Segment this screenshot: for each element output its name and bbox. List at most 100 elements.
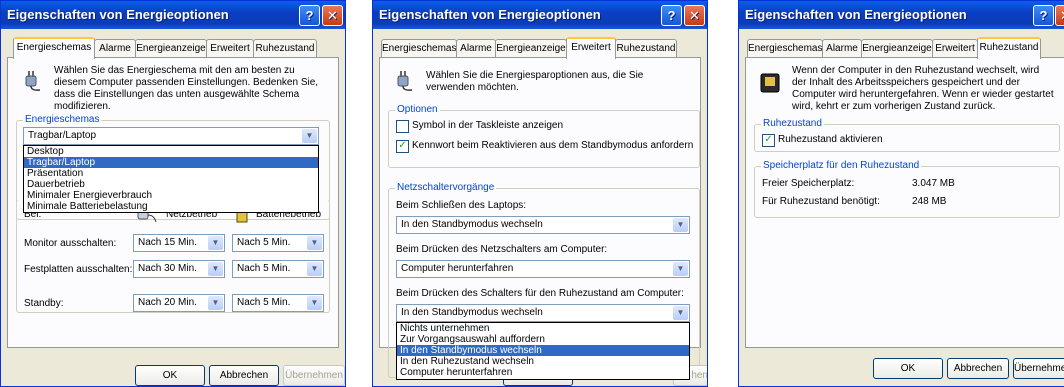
disk-dc-value: Nach 5 Min. — [237, 263, 291, 274]
chevron-down-icon[interactable]: ▼ — [307, 296, 322, 310]
title-bar[interactable]: Eigenschaften von Energieoptionen ? ✕ — [1, 1, 345, 29]
tab-panel: Wählen Sie die Energiesparoptionen aus, … — [379, 57, 701, 380]
help-button[interactable]: ? — [1033, 5, 1054, 26]
disk-dc-select[interactable]: Nach 5 Min. ▼ — [232, 260, 324, 278]
scheme-option[interactable]: Präsentation — [24, 168, 318, 179]
dropdown-option[interactable]: Computer herunterfahren — [397, 367, 689, 378]
scheme-option[interactable]: Minimale Batteriebelastung — [24, 201, 318, 212]
options-group-label: Optionen — [395, 104, 440, 115]
tab-alarme[interactable]: Alarme — [456, 39, 496, 57]
tab-erweitert[interactable]: Erweitert — [932, 39, 978, 57]
chevron-down-icon[interactable]: ▼ — [208, 296, 223, 310]
tab-ruhezustand[interactable]: Ruhezustand — [253, 39, 317, 57]
disk-space-group: Speicherplatz für den Ruhezustand — [754, 160, 1060, 218]
tab-energieanzeige[interactable]: Energieanzeige — [495, 39, 567, 57]
scheme-select[interactable]: Tragbar/Laptop ▼ — [23, 127, 319, 145]
hibernate-icon — [760, 73, 780, 93]
password-checkbox[interactable]: ✓ — [396, 140, 409, 153]
sleep-button-dropdown-list[interactable]: Nichts unternehmen Zur Vorgangsauswahl a… — [396, 322, 690, 380]
disk-ac-select[interactable]: Nach 30 Min. ▼ — [133, 260, 225, 278]
sleep-button-value: In den Standbymodus wechseln — [401, 307, 543, 318]
disk-ac-value: Nach 30 Min. — [138, 263, 197, 274]
dropdown-option[interactable]: Zur Vorgangsauswahl auffordern — [397, 334, 689, 345]
window-title: Eigenschaften von Energieoptionen — [379, 7, 601, 22]
disk-space-group-label: Speicherplatz für den Ruhezustand — [761, 160, 922, 171]
title-bar[interactable]: Eigenschaften von Energieoptionen ? ✕ — [373, 1, 707, 29]
scheme-option[interactable]: Desktop — [24, 146, 318, 157]
power-buttons-group-label: Netzschaltervorgänge — [395, 182, 497, 193]
tab-energieschemas[interactable]: Energieschemas — [381, 39, 457, 57]
lid-close-select[interactable]: In den Standbymodus wechseln ▼ — [396, 216, 690, 234]
tab-erweitert[interactable]: Erweitert — [206, 39, 254, 57]
taskbar-icon-checkbox[interactable] — [396, 120, 409, 133]
monitor-ac-select[interactable]: Nach 15 Min. ▼ — [133, 234, 225, 252]
standby-ac-select[interactable]: Nach 20 Min. ▼ — [133, 294, 225, 312]
free-space-label: Freier Speicherplatz: — [762, 178, 855, 189]
chevron-down-icon[interactable]: ▼ — [302, 129, 317, 143]
window-title: Eigenschaften von Energieoptionen — [745, 7, 967, 22]
tab-energieschemas[interactable]: Energieschemas — [747, 39, 823, 57]
apply-button[interactable]: Übernehmen — [1013, 358, 1064, 379]
close-button[interactable]: ✕ — [1055, 5, 1064, 26]
power-plug-icon — [25, 71, 41, 91]
tab-panel: Wählen Sie das Energieschema mit den am … — [7, 57, 339, 348]
hibernate-checkbox[interactable]: ✓ — [762, 134, 775, 147]
chevron-down-icon[interactable]: ▼ — [307, 236, 322, 250]
festplatten-label: Festplatten ausschalten: — [24, 264, 133, 275]
standby-label: Standby: — [24, 298, 64, 309]
tab-ruhezustand[interactable]: Ruhezustand — [977, 37, 1041, 59]
chevron-down-icon[interactable]: ▼ — [307, 262, 322, 276]
cancel-button[interactable]: Abbrechen — [947, 358, 1009, 379]
close-button[interactable]: ✕ — [684, 5, 705, 26]
cancel-button[interactable]: Abbrechen — [209, 365, 279, 386]
lid-close-value: In den Standbymodus wechseln — [401, 219, 543, 230]
chevron-down-icon[interactable]: ▼ — [208, 236, 223, 250]
close-button[interactable]: ✕ — [322, 5, 343, 26]
required-space-label: Für Ruhezustand benötigt: — [762, 196, 880, 207]
standby-dc-value: Nach 5 Min. — [237, 297, 291, 308]
tab-energieschemas[interactable]: Energieschemas — [13, 37, 95, 59]
scheme-option[interactable]: Dauerbetrieb — [24, 179, 318, 190]
power-button-value: Computer herunterfahren — [401, 263, 514, 274]
chevron-down-icon[interactable]: ▼ — [673, 218, 688, 232]
chevron-down-icon[interactable]: ▼ — [673, 262, 688, 276]
monitor-dc-value: Nach 5 Min. — [237, 237, 291, 248]
scheme-select-value: Tragbar/Laptop — [28, 130, 97, 141]
ok-button[interactable]: OK — [873, 358, 943, 379]
chevron-down-icon[interactable]: ▼ — [208, 262, 223, 276]
lid-close-label: Beim Schließen des Laptops: — [396, 200, 527, 211]
tab-erweitert[interactable]: Erweitert — [566, 37, 616, 59]
chevron-down-icon[interactable]: ▼ — [673, 306, 688, 320]
hibernate-group-label: Ruhezustand — [761, 118, 824, 129]
standby-ac-value: Nach 20 Min. — [138, 297, 197, 308]
scheme-option[interactable]: Minimaler Energieverbrauch — [24, 190, 318, 201]
tab-alarme[interactable]: Alarme — [94, 39, 136, 57]
scheme-dropdown-list[interactable]: Desktop Tragbar/Laptop Präsentation Daue… — [23, 145, 319, 213]
tab-strip: Energieschemas Alarme Energieanzeige Erw… — [7, 37, 339, 59]
standby-dc-select[interactable]: Nach 5 Min. ▼ — [232, 294, 324, 312]
tab-ruhezustand[interactable]: Ruhezustand — [615, 39, 677, 57]
power-button-select[interactable]: Computer herunterfahren ▼ — [396, 260, 690, 278]
tab-strip: Energieschemas Alarme Energieanzeige Erw… — [745, 37, 1058, 59]
dropdown-option[interactable]: In den Ruhezustand wechseln — [397, 356, 689, 367]
required-space-value: 248 MB — [912, 196, 947, 207]
schemes-group-label: Energieschemas — [23, 114, 102, 125]
tab-strip: Energieschemas Alarme Energieanzeige Erw… — [379, 37, 701, 59]
ok-button[interactable]: OK — [135, 365, 205, 386]
apply-button[interactable]: Übernehmen — [283, 365, 345, 386]
intro-text: Wählen Sie das Energieschema mit den am … — [54, 65, 319, 112]
scheme-option-selected[interactable]: Tragbar/Laptop — [24, 157, 318, 168]
title-bar[interactable]: Eigenschaften von Energieoptionen ? ✕ — [739, 1, 1064, 29]
tab-energieanzeige[interactable]: Energieanzeige — [135, 39, 207, 57]
help-button[interactable]: ? — [299, 5, 320, 26]
tab-energieanzeige[interactable]: Energieanzeige — [861, 39, 933, 57]
window-ruhezustand: Eigenschaften von Energieoptionen ? ✕ En… — [738, 0, 1064, 387]
monitor-dc-select[interactable]: Nach 5 Min. ▼ — [232, 234, 324, 252]
help-button[interactable]: ? — [661, 5, 682, 26]
tab-alarme[interactable]: Alarme — [822, 39, 862, 57]
monitor-label: Monitor ausschalten: — [24, 238, 117, 249]
dropdown-option[interactable]: Nichts unternehmen — [397, 323, 689, 334]
sleep-button-select[interactable]: In den Standbymodus wechseln ▼ — [396, 304, 690, 322]
dropdown-option-selected[interactable]: In den Standbymodus wechseln — [397, 345, 689, 356]
power-button-label: Beim Drücken des Netzschalters am Comput… — [396, 244, 608, 255]
